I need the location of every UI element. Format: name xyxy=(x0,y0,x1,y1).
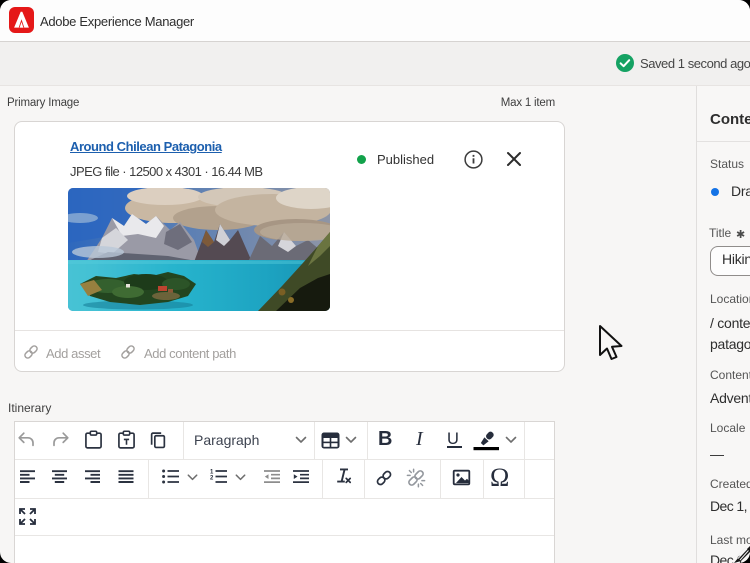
svg-text:2: 2 xyxy=(210,476,214,482)
